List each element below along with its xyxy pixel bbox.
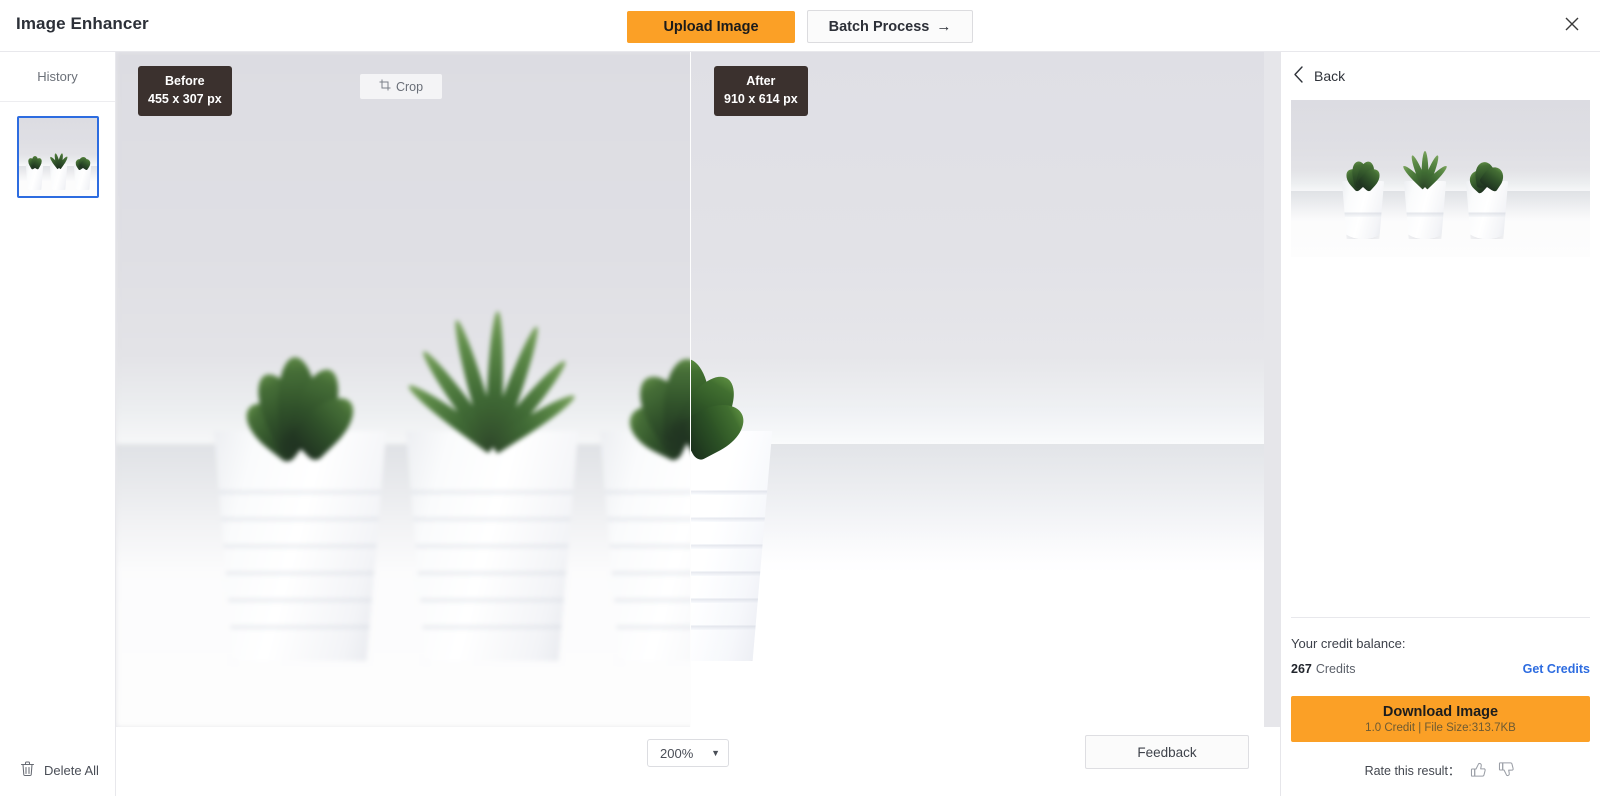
main-body: History Delete All Before 455 x 307 px A…: [0, 52, 1600, 796]
after-pane: [691, 52, 1280, 727]
before-pot-1: [213, 431, 387, 661]
top-bar: Image Enhancer Upload Image Batch Proces…: [0, 0, 1600, 52]
thumbs-up-icon[interactable]: [1469, 760, 1488, 779]
preview-plant-3: [1461, 159, 1513, 195]
thumbnail-plant-2: [47, 152, 71, 170]
thumbnail-plant-3: [71, 156, 95, 171]
image-enhancer-app: Image Enhancer Upload Image Batch Proces…: [0, 0, 1600, 796]
delete-all-label: Delete All: [44, 762, 99, 778]
upload-image-button[interactable]: Upload Image: [627, 10, 795, 43]
feedback-button[interactable]: Feedback: [1085, 735, 1249, 769]
stage-footer: 200% ▼ Feedback: [116, 727, 1280, 796]
credit-amount: 267: [1291, 662, 1312, 676]
thumbs-down-icon[interactable]: [1497, 760, 1516, 779]
preview-pot-2: [1403, 181, 1447, 239]
result-preview-image: [1291, 100, 1590, 257]
download-image-button[interactable]: Download Image 1.0 Credit | File Size:31…: [1291, 696, 1590, 742]
comparison-slider-divider[interactable]: [690, 52, 691, 727]
after-plant-3: [691, 311, 792, 463]
before-image: [116, 52, 690, 727]
comparison-canvas[interactable]: Before 455 x 307 px After 910 x 614 px C…: [116, 52, 1280, 727]
panel-spacer: [1281, 257, 1600, 617]
arrow-right-icon: →: [936, 18, 952, 35]
back-button[interactable]: Back: [1281, 52, 1600, 100]
rate-result-row: Rate this result：: [1281, 742, 1600, 796]
history-thumbnail-item[interactable]: [16, 116, 99, 198]
credit-balance-row: 267 Credits Get Credits: [1291, 662, 1590, 676]
crop-label: Crop: [395, 79, 424, 94]
page-title: Image Enhancer: [16, 14, 149, 33]
before-pane: [116, 52, 690, 727]
history-sidebar: History Delete All: [0, 52, 116, 796]
zoom-level-select[interactable]: 200% ▼: [647, 739, 729, 767]
zoom-level-value: 200%: [660, 745, 694, 761]
thumbnail-plant-1: [23, 156, 47, 170]
credit-unit: Credits: [1315, 662, 1356, 676]
before-plant-3: [582, 311, 690, 463]
editor-stage: Before 455 x 307 px After 910 x 614 px C…: [116, 52, 1280, 796]
preview-plant-2: [1399, 151, 1451, 190]
get-credits-link[interactable]: Get Credits: [1523, 662, 1590, 676]
download-image-meta: 1.0 Credit | File Size:313.7KB: [1365, 722, 1516, 734]
chevron-down-icon: ▼: [711, 748, 720, 758]
after-floor-shadow: [691, 443, 1264, 727]
before-pot-2: [405, 431, 579, 661]
before-floor-shadow: [116, 443, 690, 727]
trash-icon: [20, 760, 35, 780]
history-header: History: [0, 52, 115, 102]
result-panel: Back Your credit balance: 267 Credits Ge…: [1280, 52, 1600, 796]
chevron-left-icon: [1293, 66, 1304, 86]
before-plant-1: [196, 317, 406, 465]
back-label: Back: [1314, 68, 1346, 84]
credit-balance-section: Your credit balance: 267 Credits Get Cre…: [1291, 617, 1590, 676]
history-list: [0, 102, 115, 744]
crop-icon: [379, 79, 391, 94]
rate-result-label: Rate this result：: [1364, 763, 1461, 778]
batch-process-button[interactable]: Batch Process →: [807, 10, 973, 43]
credit-balance-label: Your credit balance:: [1291, 636, 1406, 651]
batch-process-label: Batch Process: [828, 18, 930, 35]
download-image-label: Download Image: [1382, 704, 1499, 720]
after-image: [691, 52, 1264, 727]
close-icon[interactable]: [1556, 8, 1588, 40]
preview-pot-1: [1341, 181, 1385, 239]
top-bar-actions: Upload Image Batch Process →: [627, 10, 973, 43]
before-plant-2: [388, 297, 598, 454]
preview-plant-1: [1337, 157, 1389, 193]
crop-button[interactable]: Crop: [360, 74, 442, 99]
thumbnail-image: [18, 118, 97, 196]
delete-all-button[interactable]: Delete All: [0, 744, 115, 796]
preview-pot-3: [1465, 181, 1509, 239]
result-preview[interactable]: [1291, 100, 1590, 257]
